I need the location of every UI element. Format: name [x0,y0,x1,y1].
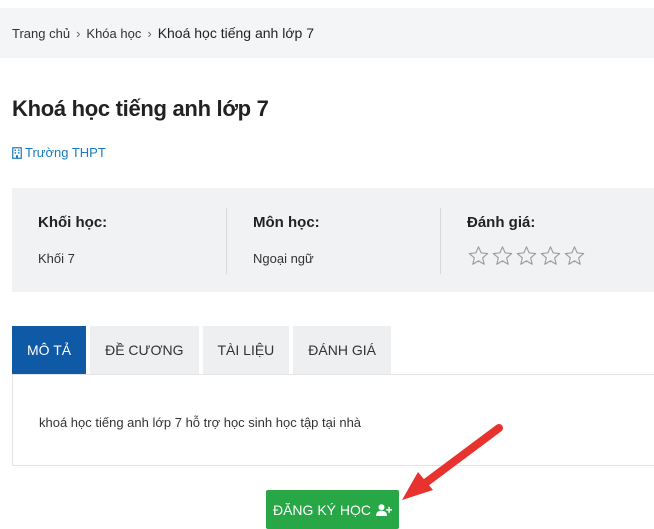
star-icon[interactable] [515,245,538,267]
tab-reviews[interactable]: ĐÁNH GIÁ [293,326,391,374]
tab-documents[interactable]: TÀI LIỆU [202,326,290,374]
school-link[interactable]: Trường THPT [12,145,106,160]
breadcrumb-courses-link[interactable]: Khóa học [86,26,141,41]
tab-syllabus[interactable]: ĐỀ CƯƠNG [90,326,199,374]
school-name: Trường THPT [25,145,106,160]
building-icon [12,146,22,159]
subject-label: Môn học: [253,214,320,231]
breadcrumb-separator: › [76,25,81,41]
subject-info: Môn học: Ngoại ngữ [226,208,440,274]
course-description: khoá học tiếng anh lớp 7 hỗ trợ học sinh… [39,415,362,430]
tab-description[interactable]: MÔ TẢ [12,326,87,374]
course-info-panel: Khối học: Khối 7 Môn học: Ngoại ngữ Đánh… [12,188,654,292]
breadcrumb-separator: › [147,25,152,41]
enroll-button[interactable]: ĐĂNG KÝ HỌC [266,490,399,529]
page-title: Khoá học tiếng anh lớp 7 [12,96,269,121]
breadcrumb-current: Khoá học tiếng anh lớp 7 [157,25,314,41]
tab-panel-description: khoá học tiếng anh lớp 7 hỗ trợ học sinh… [12,374,654,466]
star-icon[interactable] [467,245,490,267]
star-icon[interactable] [491,245,514,267]
enroll-button-label: ĐĂNG KÝ HỌC [272,501,371,518]
breadcrumb-home-link[interactable]: Trang chủ [12,26,70,41]
star-rating[interactable] [467,245,654,267]
grade-label: Khối học: [38,214,108,231]
star-icon[interactable] [563,245,586,267]
rating-label: Đánh giá: [467,214,536,231]
breadcrumb: Trang chủ › Khóa học › Khoá học tiếng an… [0,8,654,58]
grade-value: Khối 7 [38,251,75,266]
grade-info: Khối học: Khối 7 [12,188,226,292]
star-icon[interactable] [539,245,562,267]
course-tabs: MÔ TẢ ĐỀ CƯƠNG TÀI LIỆU ĐÁNH GIÁ [12,326,395,374]
subject-value: Ngoại ngữ [253,251,314,266]
user-plus-icon [376,503,392,516]
rating-info: Đánh giá: [440,208,654,274]
